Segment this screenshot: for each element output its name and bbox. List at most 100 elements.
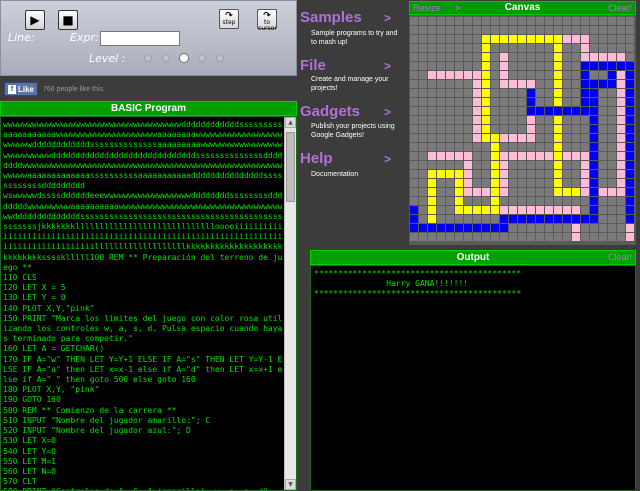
canvas-cell xyxy=(536,89,544,97)
play-icon: ▶ xyxy=(30,13,40,27)
canvas-cell xyxy=(536,53,544,61)
canvas-cell xyxy=(572,206,580,214)
canvas-cell xyxy=(572,107,580,115)
canvas-cell xyxy=(581,215,589,223)
like-button[interactable]: f Like xyxy=(4,82,39,96)
level-radio-1[interactable] xyxy=(144,54,152,62)
canvas-cell xyxy=(482,188,490,196)
canvas-cell xyxy=(455,26,463,34)
menu-file-title[interactable]: File xyxy=(300,57,326,74)
run-button[interactable]: ▶ xyxy=(25,10,45,30)
scroll-up-icon[interactable]: ▲ xyxy=(285,117,296,128)
canvas-cell xyxy=(491,89,499,97)
level-radio-2[interactable] xyxy=(162,54,170,62)
canvas-cell xyxy=(581,179,589,187)
canvas-cell xyxy=(482,35,490,43)
expr-input[interactable] xyxy=(100,31,180,46)
to-cursor-button[interactable]: ↷ to cursor xyxy=(257,9,277,32)
canvas-cell xyxy=(599,71,607,79)
canvas-cell xyxy=(446,71,454,79)
canvas-cell xyxy=(509,53,517,61)
canvas-cell xyxy=(581,143,589,151)
canvas-cell xyxy=(626,206,634,214)
level-radio-4[interactable] xyxy=(198,54,206,62)
canvas-cell xyxy=(482,152,490,160)
canvas-cell xyxy=(464,44,472,52)
canvas-cell xyxy=(590,161,598,169)
step-button[interactable]: ↷ step xyxy=(219,9,239,29)
program-scrollbar[interactable]: ▲ ▼ xyxy=(284,117,296,490)
canvas-cell xyxy=(518,98,526,106)
canvas-cell xyxy=(590,224,598,232)
canvas-cell xyxy=(581,125,589,133)
canvas-cell xyxy=(518,188,526,196)
menu-gadgets-arrow-icon[interactable]: > xyxy=(384,105,391,119)
canvas-cell xyxy=(491,188,499,196)
canvas-cell xyxy=(527,170,535,178)
canvas-cell xyxy=(527,17,535,25)
menu-samples-title[interactable]: Samples xyxy=(300,9,362,26)
canvas-cell xyxy=(518,224,526,232)
canvas-cell xyxy=(428,224,436,232)
scroll-thumb[interactable] xyxy=(286,132,295,202)
canvas-cell xyxy=(608,179,616,187)
resize-link[interactable]: Resize xyxy=(413,2,441,14)
canvas-cell xyxy=(509,179,517,187)
program-editor[interactable]: wwwwwwwwwwwwwwwwwwwwwwwwwwwwwwwwwwwwwddd… xyxy=(0,116,297,491)
canvas-cell xyxy=(608,224,616,232)
menu-samples-arrow-icon[interactable]: > xyxy=(384,11,391,25)
canvas-cell xyxy=(446,98,454,106)
canvas-cell xyxy=(563,161,571,169)
canvas-cell xyxy=(410,179,418,187)
canvas-cell xyxy=(626,35,634,43)
canvas-cell xyxy=(437,71,445,79)
menu-help-title[interactable]: Help xyxy=(300,150,333,167)
canvas-cell xyxy=(554,71,562,79)
canvas-cell xyxy=(617,233,625,241)
canvas-cell xyxy=(500,152,508,160)
canvas-cell xyxy=(410,71,418,79)
canvas-cell xyxy=(509,143,517,151)
canvas-cell xyxy=(464,152,472,160)
stop-icon: ■ xyxy=(62,13,74,27)
canvas-cell xyxy=(509,161,517,169)
canvas-cell xyxy=(545,89,553,97)
canvas-cell xyxy=(428,26,436,34)
canvas-cell xyxy=(617,170,625,178)
canvas-cell xyxy=(608,35,616,43)
canvas-cell xyxy=(608,206,616,214)
menu-gadgets-title[interactable]: Gadgets xyxy=(300,103,360,120)
canvas-cell xyxy=(500,35,508,43)
scroll-down-icon[interactable]: ▼ xyxy=(285,479,296,490)
canvas-cell xyxy=(464,98,472,106)
canvas-cell xyxy=(617,143,625,151)
canvas-clear-link[interactable]: Clear! xyxy=(608,2,632,14)
menu-help-arrow-icon[interactable]: > xyxy=(384,152,391,166)
canvas-cell xyxy=(410,152,418,160)
output-title: Output xyxy=(456,252,490,263)
output-clear-link[interactable]: Clear! xyxy=(608,251,632,263)
canvas-cell xyxy=(626,17,634,25)
level-radio-5[interactable] xyxy=(216,54,224,62)
stop-button[interactable]: ■ xyxy=(58,10,78,30)
program-code[interactable]: wwwwwwwwwwwwwwwwwwwwwwwwwwwwwwwwwwwwwddd… xyxy=(3,120,284,490)
canvas-cell xyxy=(599,188,607,196)
canvas-cell xyxy=(572,35,580,43)
canvas-cell xyxy=(509,62,517,70)
canvas-cell xyxy=(509,44,517,52)
canvas-cell xyxy=(572,143,580,151)
canvas-cell xyxy=(554,53,562,61)
canvas-cell xyxy=(455,71,463,79)
resize-arrow-icon[interactable]: > xyxy=(455,2,460,14)
canvas-cell xyxy=(500,53,508,61)
menu-file-arrow-icon[interactable]: > xyxy=(384,59,391,73)
canvas-cell xyxy=(473,152,481,160)
canvas-cell xyxy=(410,62,418,70)
level-radio-3[interactable] xyxy=(180,54,188,62)
canvas-area[interactable] xyxy=(409,15,636,245)
canvas-cell xyxy=(410,107,418,115)
canvas-cell xyxy=(536,143,544,151)
canvas-cell xyxy=(617,179,625,187)
canvas-cell xyxy=(428,206,436,214)
canvas-cell xyxy=(617,98,625,106)
